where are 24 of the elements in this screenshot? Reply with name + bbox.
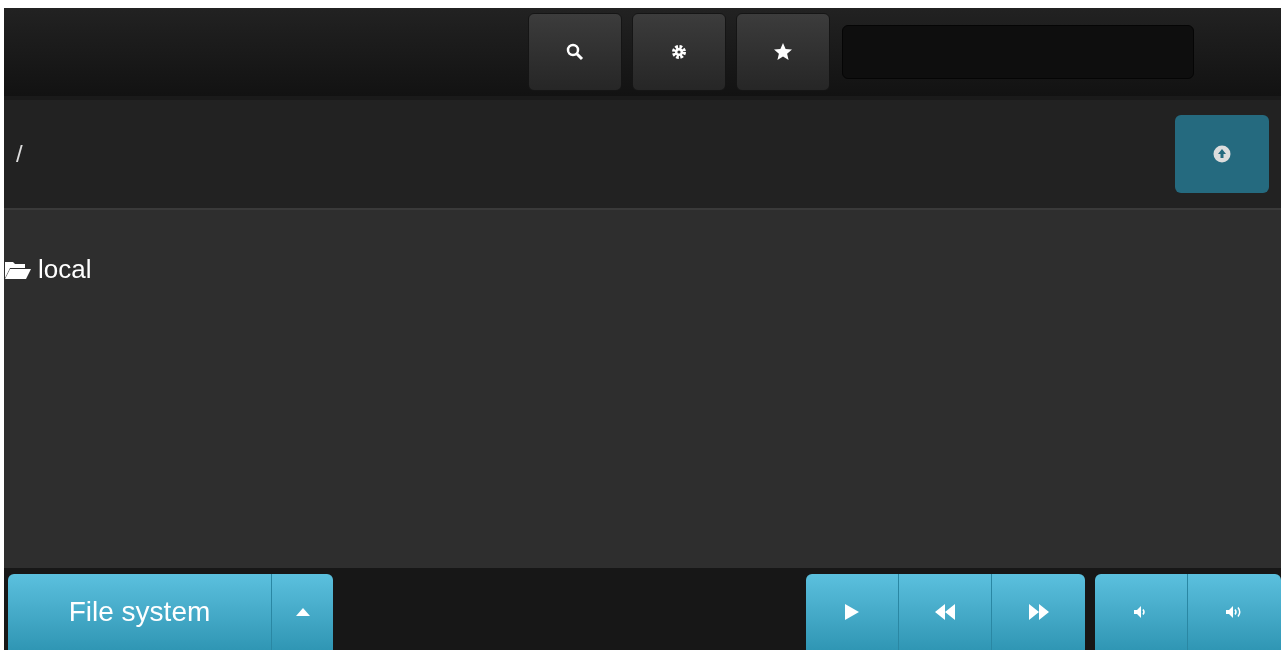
current-path: / (16, 139, 23, 169)
search-button[interactable] (528, 13, 622, 91)
settings-icon (671, 44, 687, 60)
up-arrow-circle-icon (1213, 145, 1231, 163)
caret-up-icon (295, 608, 310, 616)
settings-button[interactable] (632, 13, 726, 91)
item-label: local (38, 253, 92, 286)
file-list-item[interactable]: local (4, 250, 1281, 289)
folder-icon (4, 259, 32, 280)
rewind-button[interactable] (899, 574, 992, 650)
fast-forward-button[interactable] (992, 574, 1085, 650)
source-menu-button[interactable] (272, 574, 333, 650)
volume-down-button[interactable] (1095, 574, 1188, 650)
search-field[interactable] (842, 25, 1194, 79)
play-button[interactable] (806, 574, 899, 650)
rewind-icon (935, 604, 955, 620)
favorites-button[interactable] (736, 13, 830, 91)
fast-forward-icon (1028, 604, 1049, 620)
search-icon (566, 43, 584, 61)
volume-up-button[interactable] (1188, 574, 1281, 650)
parent-folder-button[interactable] (1175, 115, 1269, 193)
play-icon (845, 604, 859, 620)
speaker-icon (1134, 606, 1148, 618)
star-icon (773, 42, 793, 62)
